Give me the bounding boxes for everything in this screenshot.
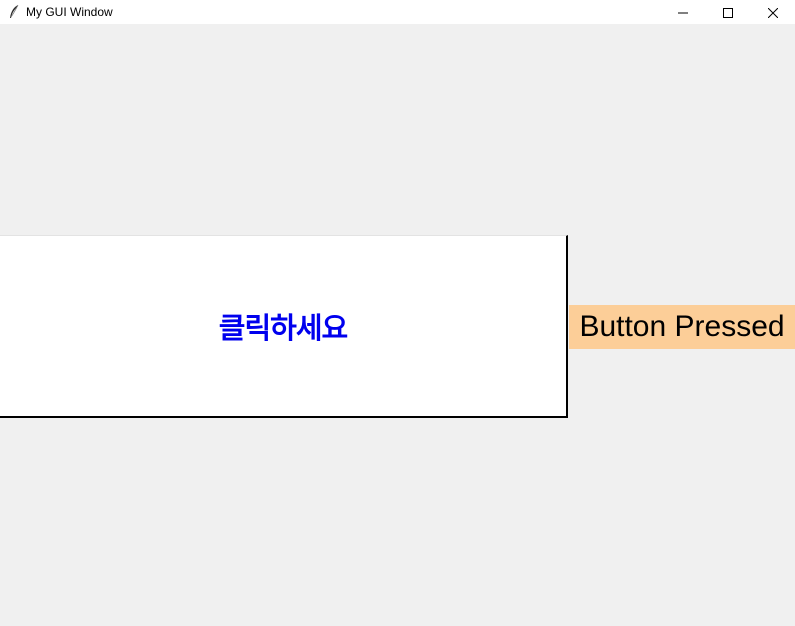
click-button-label: 클릭하세요 [218,311,348,345]
app-window: My GUI Window 클릭하세요 Button Pressed [0,0,795,626]
status-label: Button Pressed [569,305,795,349]
feather-icon [7,4,21,20]
maximize-icon [722,3,733,22]
close-button[interactable] [750,0,795,24]
minimize-button[interactable] [660,0,705,24]
minimize-icon [677,3,688,22]
close-icon [767,3,778,22]
window-title: My GUI Window [26,5,113,19]
click-button[interactable]: 클릭하세요 [0,235,568,418]
window-controls [660,0,795,24]
title-bar[interactable]: My GUI Window [0,0,795,24]
status-label-text: Button Pressed [579,310,785,343]
maximize-button[interactable] [705,0,750,24]
window-content: 클릭하세요 Button Pressed [0,24,795,626]
